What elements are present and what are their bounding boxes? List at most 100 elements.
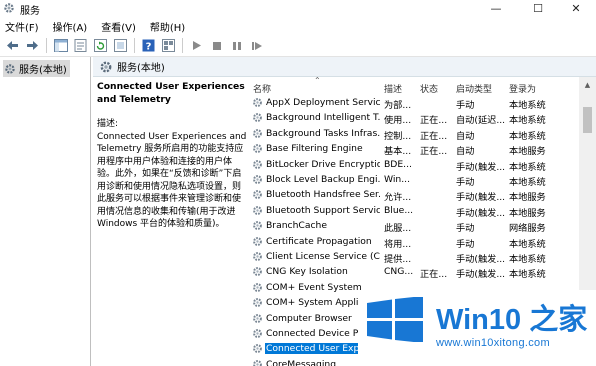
menu-file[interactable]: 文件(F) — [5, 19, 39, 34]
service-startup-type: 手动 — [456, 223, 475, 235]
service-description: 使用... — [384, 115, 412, 127]
service-gear-icon — [253, 298, 262, 308]
service-logon-as: 本地系统 — [509, 130, 546, 142]
service-gear-icon — [253, 98, 262, 107]
toolbar: ? — [0, 35, 596, 57]
service-gear-icon — [253, 282, 262, 292]
service-gear-icon — [253, 221, 262, 231]
service-name-cell: Bluetooth Handsfree Ser... — [252, 189, 380, 200]
table-row[interactable]: BranchCache 此服... 手动 网络服务 — [250, 219, 580, 234]
service-name: Block Level Backup Engi... — [266, 174, 380, 185]
export-icon[interactable] — [112, 37, 129, 54]
table-row[interactable]: Bluetooth Handsfree Ser... 允许... 手动(触发... 本… — [250, 188, 580, 203]
refresh-icon[interactable] — [92, 37, 109, 54]
service-name: CoreMessaging — [266, 358, 337, 366]
services-gear-icon — [5, 63, 15, 74]
menu-help[interactable]: 帮助(H) — [150, 19, 185, 34]
menu-bar: 文件(F) 操作(A) 查看(V) 帮助(H) — [0, 17, 596, 35]
show-tree-icon[interactable] — [52, 37, 69, 54]
column-header-name[interactable]: 名称 — [253, 82, 271, 95]
table-row[interactable]: Block Level Backup Engi... Win... 手动 本地系统 — [250, 173, 580, 188]
table-row[interactable]: Base Filtering Engine 基本... 正在... 自动 本地服务 — [250, 142, 580, 157]
restart-icon[interactable] — [248, 37, 265, 54]
toolbar-separator — [182, 38, 183, 53]
service-gear-icon — [253, 190, 262, 200]
toolbar-separator — [134, 38, 135, 53]
console-tree: 服务(本地) — [0, 57, 91, 366]
service-gear-icon — [253, 267, 262, 277]
column-header-logon-as[interactable]: 登录为 — [509, 82, 536, 95]
menu-view[interactable]: 查看(V) — [101, 19, 136, 34]
service-logon-as: 网络服务 — [509, 223, 546, 235]
service-name: COM+ System Applica — [266, 297, 370, 309]
service-name: AppX Deployment Servic... — [266, 97, 380, 108]
pause-icon[interactable] — [228, 37, 245, 54]
service-gear-icon — [253, 313, 262, 323]
service-description: 提供... — [384, 254, 412, 265]
service-logon-as: 本地服务 — [509, 146, 546, 158]
table-row[interactable]: Bluetooth Support Service Blue... 手动(触发...… — [250, 204, 580, 219]
svg-text:?: ? — [146, 42, 152, 53]
watermark: Win10 之家 www.win10xitong.com — [358, 290, 596, 366]
service-logon-as: 本地系统 — [509, 115, 546, 127]
scrollbar-thumb[interactable] — [583, 107, 592, 133]
table-row[interactable]: BitLocker Drive Encryptio... BDE... 手动(触发.… — [250, 158, 580, 173]
service-startup-type: 手动(触发... — [456, 207, 506, 219]
service-gear-icon — [253, 205, 262, 215]
service-name-cell: AppX Deployment Servic... — [252, 97, 380, 108]
service-gear-icon — [253, 128, 262, 138]
service-gear-icon — [253, 159, 262, 169]
services-gear-icon — [100, 61, 112, 72]
service-gear-icon — [253, 175, 262, 184]
service-name: BitLocker Drive Encryptio... — [266, 158, 380, 170]
service-name-cell: Base Filtering Engine — [252, 143, 380, 154]
service-startup-type: 手动 — [456, 177, 475, 188]
title-bar: 服务 — ☐ ✕ — [0, 0, 596, 17]
tree-item-services-local[interactable]: 服务(本地) — [3, 60, 70, 77]
service-name: Certificate Propagation — [266, 235, 372, 247]
table-row[interactable]: AppX Deployment Servic... 为部... 手动 本地系统 — [250, 96, 580, 111]
table-row[interactable]: Background Intelligent T... 使用... 正在... 自动(… — [250, 111, 580, 126]
table-row[interactable]: Background Tasks Infras... 控制... 正在... 自动 本地… — [250, 127, 580, 142]
stop-icon[interactable] — [208, 37, 225, 54]
service-name-cell: Client License Service (Cli... — [252, 251, 380, 262]
service-gear-icon — [253, 144, 262, 154]
service-startup-type: 手动 — [456, 238, 475, 250]
play-icon[interactable] — [188, 37, 205, 54]
watermark-url: www.win10xitong.com — [436, 337, 550, 349]
service-name: Background Intelligent T... — [266, 112, 380, 124]
service-name-cell: Bluetooth Support Service — [252, 205, 380, 216]
service-status: 正在... — [420, 130, 448, 142]
windows-logo-icon — [367, 297, 423, 342]
service-name: Connected User Experi — [265, 343, 373, 355]
close-button[interactable]: ✕ — [556, 0, 596, 17]
service-name-cell: BranchCache — [252, 220, 380, 231]
help-icon[interactable]: ? — [140, 37, 157, 54]
forward-icon[interactable] — [24, 37, 41, 54]
column-header-description[interactable]: 描述 — [384, 82, 402, 95]
menu-action[interactable]: 操作(A) — [53, 19, 88, 34]
column-header-startup-type[interactable]: 启动类型 — [456, 82, 492, 95]
service-gear-icon — [253, 252, 262, 261]
table-row[interactable]: Certificate Propagation 将用... 手动 本地系统 — [250, 235, 580, 250]
minimize-button[interactable]: — — [476, 0, 516, 17]
service-name-cell: CNG Key Isolation — [252, 266, 380, 277]
service-logon-as: 本地系统 — [509, 161, 546, 173]
table-row[interactable]: CNG Key Isolation CNG... 正在... 手动(触发... 本地系统 — [250, 265, 580, 280]
service-status: 正在... — [420, 269, 448, 281]
service-description-pane: Connected User Experiences and Telemetry… — [97, 80, 247, 231]
properties-icon[interactable] — [72, 37, 89, 54]
service-title: Connected User Experiences and Telemetry — [97, 81, 245, 105]
table-row[interactable]: Client License Service (Cli... 提供... 手动(触发… — [250, 250, 580, 265]
service-startup-type: 自动 — [456, 146, 475, 158]
view-icon[interactable] — [160, 37, 177, 54]
service-name-cell: Block Level Backup Engi... — [252, 174, 380, 185]
service-startup-type: 手动 — [456, 100, 475, 111]
back-icon[interactable] — [4, 37, 21, 54]
scroll-up-icon[interactable]: ▲ — [579, 77, 596, 93]
service-description: 基本... — [384, 146, 412, 158]
column-header-status[interactable]: 状态 — [420, 82, 438, 95]
service-startup-type: 自动 — [456, 130, 475, 142]
service-name: Client License Service (Cli... — [266, 251, 380, 262]
maximize-button[interactable]: ☐ — [518, 0, 558, 17]
